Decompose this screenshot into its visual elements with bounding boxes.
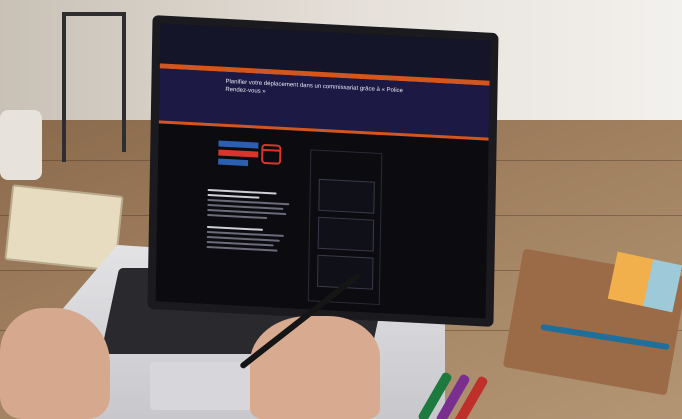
article-text-block <box>206 186 294 280</box>
right-hand <box>250 316 380 419</box>
hero-title: Planifier votre déplacement dans un comm… <box>225 78 403 95</box>
mug-icon <box>0 110 42 180</box>
news-card[interactable] <box>317 216 375 252</box>
photo-scene: Planifier votre déplacement dans un comm… <box>0 0 682 419</box>
notebook-icon <box>4 184 124 272</box>
marker-icon <box>417 370 500 419</box>
newtons-cradle-icon <box>62 12 126 16</box>
laptop-screen: Planifier votre déplacement dans un comm… <box>147 15 499 327</box>
news-card[interactable] <box>318 178 375 214</box>
police-rendez-vous-logo <box>218 137 283 180</box>
newtons-cradle-frame <box>122 12 126 152</box>
newtons-cradle-frame <box>62 12 66 162</box>
left-hand <box>0 308 110 419</box>
